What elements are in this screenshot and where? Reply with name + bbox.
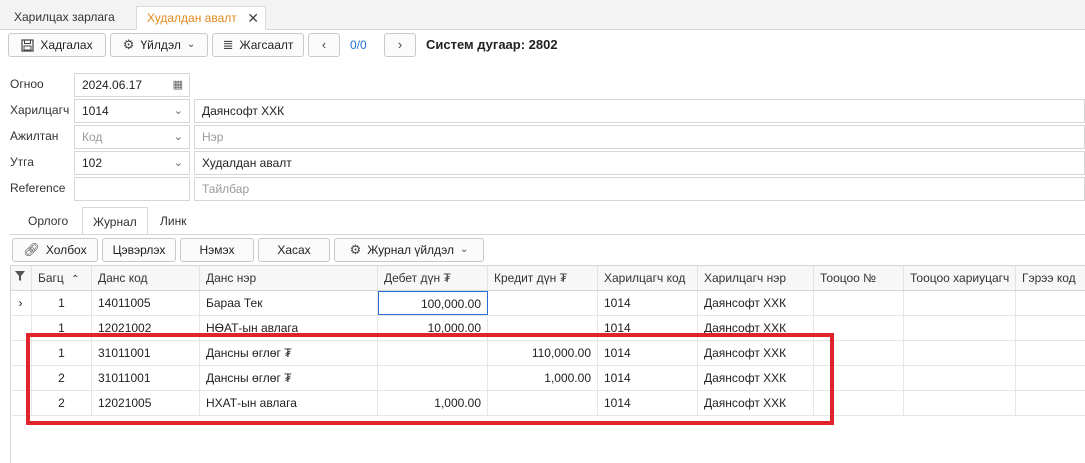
clear-button-label: Цэвэрлэх <box>112 243 166 257</box>
actions-label: Үйлдэл <box>140 38 181 52</box>
chevron-right-icon: › <box>397 37 403 52</box>
chevron-down-icon: ⌄ <box>186 39 196 50</box>
cell-account-code[interactable]: 14011005 <box>92 291 200 315</box>
add-button[interactable]: Нэмэх <box>180 238 254 262</box>
close-icon[interactable]: ✕ <box>247 7 259 29</box>
description-placeholder: Тайлбар <box>202 182 250 196</box>
cell-settlement-owner[interactable] <box>904 316 1016 340</box>
journal-actions-button[interactable]: ⚙ Журнал үйлдэл ⌄ <box>334 238 484 262</box>
employee-code-field[interactable]: Код ⌄ <box>74 125 190 149</box>
save-button-label: Хадгалах <box>40 38 93 52</box>
purpose-code-field[interactable]: 102 ⌄ <box>74 151 190 175</box>
cell-batch[interactable]: 1 <box>32 291 92 315</box>
tab-purchase-label: Худалдан авалт <box>147 11 237 25</box>
chevron-left-icon: ‹ <box>321 37 327 52</box>
purpose-name-field[interactable]: Худалдан авалт <box>194 151 1085 175</box>
purpose-code-value: 102 <box>82 156 103 170</box>
employee-code-placeholder: Код <box>82 130 103 144</box>
date-value: 2024.06.17 <box>82 78 143 92</box>
tab-journal[interactable]: Журнал <box>82 207 148 235</box>
highlight-box <box>26 333 834 425</box>
link-button[interactable]: 🔗︎ Холбох <box>12 238 98 262</box>
clear-button[interactable]: Цэвэрлэх <box>102 238 176 262</box>
employee-name-field[interactable]: Нэр <box>194 125 1085 149</box>
pager-indicator: 0/0 <box>350 38 367 52</box>
employee-label: Ажилтан <box>10 129 59 143</box>
reference-field[interactable] <box>74 177 190 201</box>
purpose-name-value: Худалдан авалт <box>202 156 292 170</box>
list-button-label: Жагсаалт <box>239 38 294 52</box>
previous-button[interactable]: ‹ <box>308 33 340 57</box>
reference-label: Reference <box>10 181 66 195</box>
grid-header: Багц ⌃ Данс код Данс нэр Дебет дүн ₮ Кре… <box>10 265 1085 291</box>
add-button-label: Нэмэх <box>199 243 235 257</box>
employee-name-placeholder: Нэр <box>202 130 224 144</box>
cell-debit[interactable]: 100,000.00 <box>378 291 488 315</box>
row-indicator-icon: › <box>10 291 32 315</box>
cell-settlement-owner[interactable] <box>904 366 1016 390</box>
cell-contract-code[interactable] <box>1016 291 1085 315</box>
cell-contract-code[interactable] <box>1016 316 1085 340</box>
document-tab-strip: Харилцах зарлага Худалдан авалт ✕ <box>0 0 1085 30</box>
list-icon: ≣ <box>222 37 234 52</box>
calendar-icon[interactable]: ▦ <box>173 74 183 96</box>
gear-icon: ⚙ <box>122 37 135 52</box>
tab-link[interactable]: Линк <box>150 207 196 235</box>
cell-settlement-no[interactable] <box>814 291 904 315</box>
chevron-down-icon[interactable]: ⌄ <box>174 100 183 122</box>
actions-dropdown-button[interactable]: ⚙ Үйлдэл ⌄ <box>110 33 208 57</box>
save-button[interactable]: Хадгалах <box>8 33 106 57</box>
tab-income[interactable]: Орлого <box>18 207 78 235</box>
col-debit[interactable]: Дебет дүн ₮ <box>378 266 488 290</box>
col-settlement-no[interactable]: Тооцоо № <box>814 266 904 290</box>
cell-partner-name[interactable]: Даянсофт ХХК <box>698 291 814 315</box>
cell-settlement-owner[interactable] <box>904 341 1016 365</box>
sort-ascending-icon: ⌃ <box>71 274 80 285</box>
partner-name-field[interactable]: Даянсофт ХХК <box>194 99 1085 123</box>
cell-contract-code[interactable] <box>1016 366 1085 390</box>
cell-settlement-owner[interactable] <box>904 391 1016 415</box>
remove-button-label: Хасах <box>277 243 311 257</box>
partner-code-field[interactable]: 1014 ⌄ <box>74 99 190 123</box>
col-settlement-owner[interactable]: Тооцоо хариуцагч <box>904 266 1016 290</box>
partner-code-value: 1014 <box>82 104 109 118</box>
col-contract-code[interactable]: Гэрээ код <box>1016 266 1085 290</box>
partner-name-value: Даянсофт ХХК <box>202 104 285 118</box>
cell-account-name[interactable]: Бараа Тек <box>200 291 378 315</box>
cell-partner-code[interactable]: 1014 <box>598 291 698 315</box>
chevron-down-icon: ⌄ <box>460 244 469 255</box>
system-number: Систем дугаар: 2802 <box>426 37 558 52</box>
col-batch-label: Багц <box>38 271 64 285</box>
purpose-label: Утга <box>10 155 34 169</box>
list-button[interactable]: ≣ Жагсаалт <box>212 33 304 57</box>
link-icon: 🔗︎ <box>23 242 40 257</box>
date-label: Огноо <box>10 77 44 91</box>
remove-button[interactable]: Хасах <box>258 238 330 262</box>
col-account-code[interactable]: Данс код <box>92 266 200 290</box>
filter-icon[interactable] <box>10 266 32 290</box>
link-button-label: Холбох <box>45 243 87 257</box>
cell-contract-code[interactable] <box>1016 341 1085 365</box>
description-field[interactable]: Тайлбар <box>194 177 1085 201</box>
partner-label: Харилцагч <box>10 103 70 117</box>
save-icon <box>21 38 35 52</box>
col-account-name[interactable]: Данс нэр <box>200 266 378 290</box>
col-credit[interactable]: Кредит дүн ₮ <box>488 266 598 290</box>
table-row[interactable]: › 1 14011005 Бараа Тек 100,000.00 1014 Д… <box>10 291 1085 316</box>
cell-contract-code[interactable] <box>1016 391 1085 415</box>
tab-purchase[interactable]: Худалдан авалт ✕ <box>136 6 266 30</box>
cell-settlement-owner[interactable] <box>904 291 1016 315</box>
next-button[interactable]: › <box>384 33 416 57</box>
col-partner-name[interactable]: Харилцагч нэр <box>698 266 814 290</box>
chevron-down-icon[interactable]: ⌄ <box>174 152 183 174</box>
cell-credit[interactable] <box>488 291 598 315</box>
tab-customer-issue[interactable]: Харилцах зарлага <box>4 6 134 30</box>
date-field[interactable]: 2024.06.17 ▦ <box>74 73 190 97</box>
gear-icon: ⚙ <box>349 242 362 257</box>
chevron-down-icon[interactable]: ⌄ <box>174 126 183 148</box>
col-partner-code[interactable]: Харилцагч код <box>598 266 698 290</box>
journal-actions-label: Журнал үйлдэл <box>367 243 455 257</box>
tab-divider <box>10 234 1085 235</box>
col-batch[interactable]: Багц ⌃ <box>32 266 92 290</box>
